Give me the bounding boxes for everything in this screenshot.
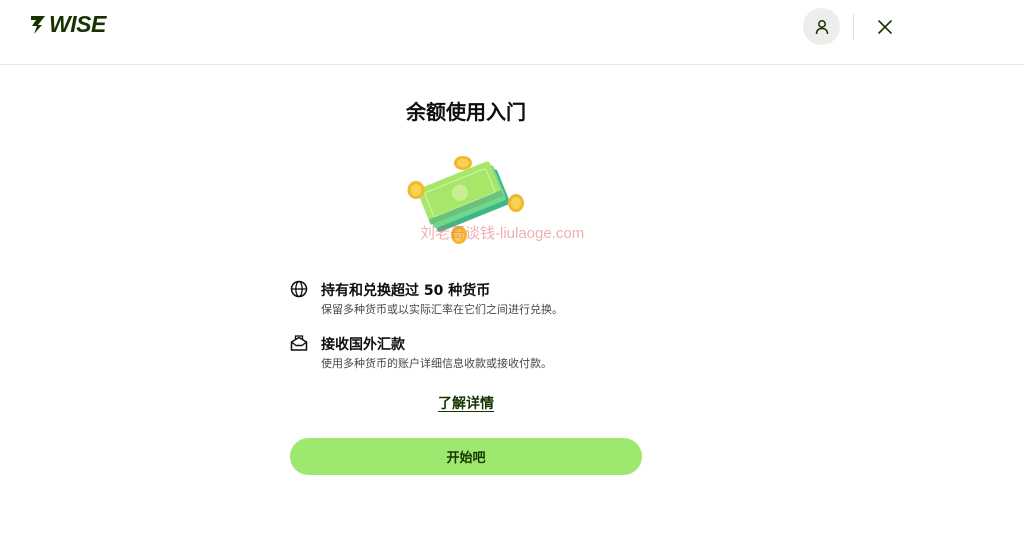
feature-title: 接收国外汇款	[321, 337, 405, 353]
wise-flag-icon	[31, 16, 45, 34]
page-title: 余额使用入门	[406, 100, 526, 124]
wise-logo[interactable]: WISE	[29, 10, 106, 37]
header-divider	[853, 14, 854, 40]
feature-multi-currency: 持有和兑换超过 50 种货币 保留多种货币或以实际汇率在它们之间进行兑换。	[290, 280, 650, 320]
wise-logo-text: WISE	[49, 10, 106, 37]
person-icon	[815, 19, 828, 34]
inbox-icon	[290, 335, 308, 351]
close-icon	[878, 20, 892, 34]
account-button[interactable]	[803, 8, 840, 45]
globe-icon	[290, 280, 308, 298]
get-started-button[interactable]: 开始吧	[290, 438, 642, 475]
learn-more-link[interactable]: 了解详情	[438, 396, 494, 412]
learn-more-container: 了解详情	[0, 393, 932, 413]
watermark-text: 刘老哥谈钱-liulaoge.com	[420, 225, 585, 242]
feature-description: 保留多种货币或以实际汇率在它们之间进行兑换。	[321, 303, 563, 316]
feature-receive-money: 接收国外汇款 使用多种货币的账户详细信息收款或接收付款。	[290, 334, 650, 374]
top-bar: WISE	[0, 0, 1024, 65]
feature-description: 使用多种货币的账户详细信息收款或接收付款。	[321, 357, 552, 370]
feature-title: 持有和兑换超过 50 种货币	[321, 283, 491, 299]
close-button[interactable]	[873, 15, 897, 39]
